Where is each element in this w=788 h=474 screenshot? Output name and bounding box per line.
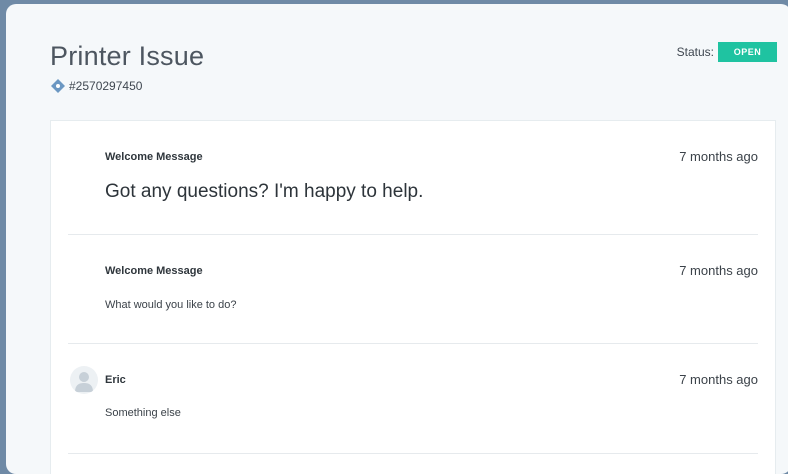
message-time: 7 months ago — [679, 263, 758, 278]
page-title: Printer Issue — [50, 41, 205, 71]
message-sender: Eric — [105, 374, 126, 386]
user-avatar-icon — [70, 366, 98, 394]
message-body: What would you like to do? — [105, 299, 237, 311]
message-sender: Welcome Message — [105, 265, 203, 277]
message-list: Welcome Message 7 months ago Got any que… — [50, 120, 776, 474]
status: Status: OPEN — [677, 42, 777, 62]
ticket-id: #2570297450 — [50, 78, 142, 94]
ticket-id-text: #2570297450 — [69, 79, 143, 93]
status-badge: OPEN — [718, 42, 777, 62]
message-time: 7 months ago — [679, 149, 758, 164]
message-body: Something else — [105, 407, 181, 419]
status-label: Status: — [676, 45, 714, 59]
message-item: Welcome Message 7 months ago Got any que… — [68, 121, 758, 235]
message-body: Got any questions? I'm happy to help. — [105, 181, 424, 202]
message-item: Welcome Message 7 months ago What would … — [68, 235, 758, 344]
tag-icon — [50, 78, 66, 94]
message-time: 7 months ago — [679, 372, 758, 387]
message-item: Eric 7 months ago Something else — [68, 344, 758, 454]
ticket-card: Printer Issue #2570297450 Status: OPEN W… — [6, 4, 788, 474]
message-sender: Welcome Message — [105, 151, 203, 163]
